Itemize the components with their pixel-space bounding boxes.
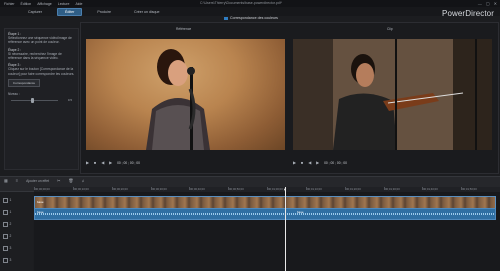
editor-title: Correspondance des couleurs (224, 16, 278, 20)
track-checkbox[interactable] (3, 210, 8, 215)
strength-label: Niveau : (8, 91, 20, 96)
track-checkbox[interactable] (3, 246, 8, 251)
match-color-button[interactable]: Correspondance (8, 78, 40, 87)
tab-capturer[interactable]: Capturer (20, 8, 50, 16)
editor-title-text: Correspondance des couleurs (230, 16, 278, 20)
track-audio-3[interactable]: 3 (3, 258, 11, 263)
track-number: 2 (9, 234, 12, 239)
track-video-2[interactable]: 2 (3, 222, 11, 227)
module-tabs: Capturer Éditer Produire Créer un disque (20, 8, 168, 16)
close-icon[interactable]: ✕ (494, 1, 497, 6)
reference-label: Référence (176, 27, 192, 31)
track-audio-1[interactable]: 1 (3, 210, 11, 215)
mixer-icon[interactable]: ♫ (82, 178, 85, 183)
strength-slider[interactable]: 0.5 (11, 97, 72, 103)
instructions-panel: Étape 1 : Sélectionnez une séquence vidé… (4, 28, 79, 170)
step2-text: Si nécessaire, recherchez l'image de réf… (8, 51, 62, 61)
video-clip-label: base (37, 200, 44, 204)
ruler-label: 00;01;50;00 (462, 187, 477, 191)
ruler-label: 00;00;50;00 (229, 187, 244, 191)
playhead[interactable] (285, 187, 286, 271)
play-icon[interactable]: ▶ (293, 160, 296, 165)
track-checkbox[interactable] (3, 258, 8, 263)
stop-icon[interactable]: ■ (301, 161, 303, 165)
storyboard-icon[interactable]: ▦ (4, 178, 8, 183)
reference-timecode: 00 ; 00 ; 00 ; 00 (117, 160, 140, 165)
ruler-label: 00;00;40;00 (190, 187, 205, 191)
color-match-icon (224, 16, 228, 20)
track-number: 3 (9, 246, 12, 251)
track-number: 1 (9, 198, 12, 203)
audio-waveform (35, 213, 495, 215)
window-controls: — ▢ ✕ (478, 1, 497, 6)
slider-knob[interactable] (30, 97, 34, 103)
clip-controls: ▶ ■ ◀ ▶ 00 ; 00 ; 00 ; 00 (293, 160, 347, 166)
strength-value: 0.5 (67, 97, 72, 102)
ruler-label: 00;01;10;00 (307, 187, 322, 191)
track-checkbox[interactable] (3, 198, 8, 203)
track-number: 1 (9, 210, 12, 215)
tab-produire[interactable]: Produire (89, 8, 119, 16)
menu-edition[interactable]: Édition (21, 2, 32, 6)
clip-frame-image (293, 39, 492, 150)
track-number: 2 (9, 222, 12, 227)
ruler-label: 00;00;30;00 (152, 187, 167, 191)
prev-frame-icon[interactable]: ◀ (308, 160, 311, 165)
menu-aide[interactable]: Aide (75, 2, 82, 6)
step1-text: Sélectionnez une séquence vidéo/image de… (8, 36, 72, 45)
ruler-label: 00;01;40;00 (423, 187, 438, 191)
track-audio-2[interactable]: 2 (3, 234, 11, 239)
ruler-label: 00;00;10;00 (74, 187, 89, 191)
track-headers: 1 1 2 2 3 3 (0, 192, 33, 271)
timeline-icon[interactable]: ≡ (16, 178, 18, 183)
ruler-label: 00;00;00;00 (35, 187, 50, 191)
prev-frame-icon[interactable]: ◀ (101, 160, 104, 165)
playhead-marker-icon[interactable]: ▼ (283, 187, 287, 192)
stop-icon[interactable]: ■ (94, 161, 96, 165)
clip-timecode: 00 ; 00 ; 00 ; 00 (324, 160, 347, 165)
maximize-icon[interactable]: ▢ (486, 1, 490, 6)
track-checkbox[interactable] (3, 222, 8, 227)
menu-affichage[interactable]: Affichage (37, 2, 52, 6)
add-effect-label[interactable]: Ajouter un effet (26, 179, 49, 183)
menu-bar: Fichier Édition Affichage Lecture Aide (0, 0, 82, 7)
play-icon[interactable]: ▶ (86, 160, 89, 165)
tab-editer[interactable]: Éditer (56, 8, 83, 16)
clip-label: Clip (387, 27, 393, 31)
menu-lecture[interactable]: Lecture (58, 2, 70, 6)
audio-clip-label-2: base (297, 210, 304, 214)
menu-fichier[interactable]: Fichier (4, 2, 15, 6)
ruler-label: 00;01;20;00 (346, 187, 361, 191)
project-path: C:\Users\Thierry\Documents\base-powerdir… (200, 1, 282, 5)
slider-track (11, 99, 58, 101)
reference-preview[interactable] (86, 39, 285, 150)
step3-text: Cliquez sur le bouton [Correspondance de… (8, 67, 75, 76)
timeline-tools: ▦ ≡ Ajouter un effet ✂ 🗑 ♫ (4, 178, 85, 183)
track-checkbox[interactable] (3, 234, 8, 239)
next-frame-icon[interactable]: ▶ (109, 160, 112, 165)
ruler-label: 00;00;20;00 (113, 187, 128, 191)
clip-preview[interactable] (293, 39, 492, 150)
audio-clip-label: base (37, 210, 44, 214)
tab-creer-disque[interactable]: Créer un disque (126, 8, 168, 16)
track-number: 3 (9, 258, 12, 263)
track-video-3[interactable]: 3 (3, 246, 11, 251)
reference-frame-image (146, 49, 210, 150)
reference-controls: ▶ ■ ◀ ▶ 00 ; 00 ; 00 ; 00 (86, 160, 140, 166)
ruler-label: 00;01;30;00 (385, 187, 400, 191)
app-logo: PowerDirector (442, 9, 494, 18)
minimize-icon[interactable]: — (478, 1, 482, 6)
next-frame-icon[interactable]: ▶ (316, 160, 319, 165)
track-video-1[interactable]: 1 (3, 198, 11, 203)
trash-icon[interactable]: 🗑 (68, 178, 73, 183)
ruler-label: 00;01;00;00 (268, 187, 283, 191)
audio-clip[interactable]: base base (34, 208, 496, 220)
scissor-icon[interactable]: ✂ (57, 178, 60, 183)
